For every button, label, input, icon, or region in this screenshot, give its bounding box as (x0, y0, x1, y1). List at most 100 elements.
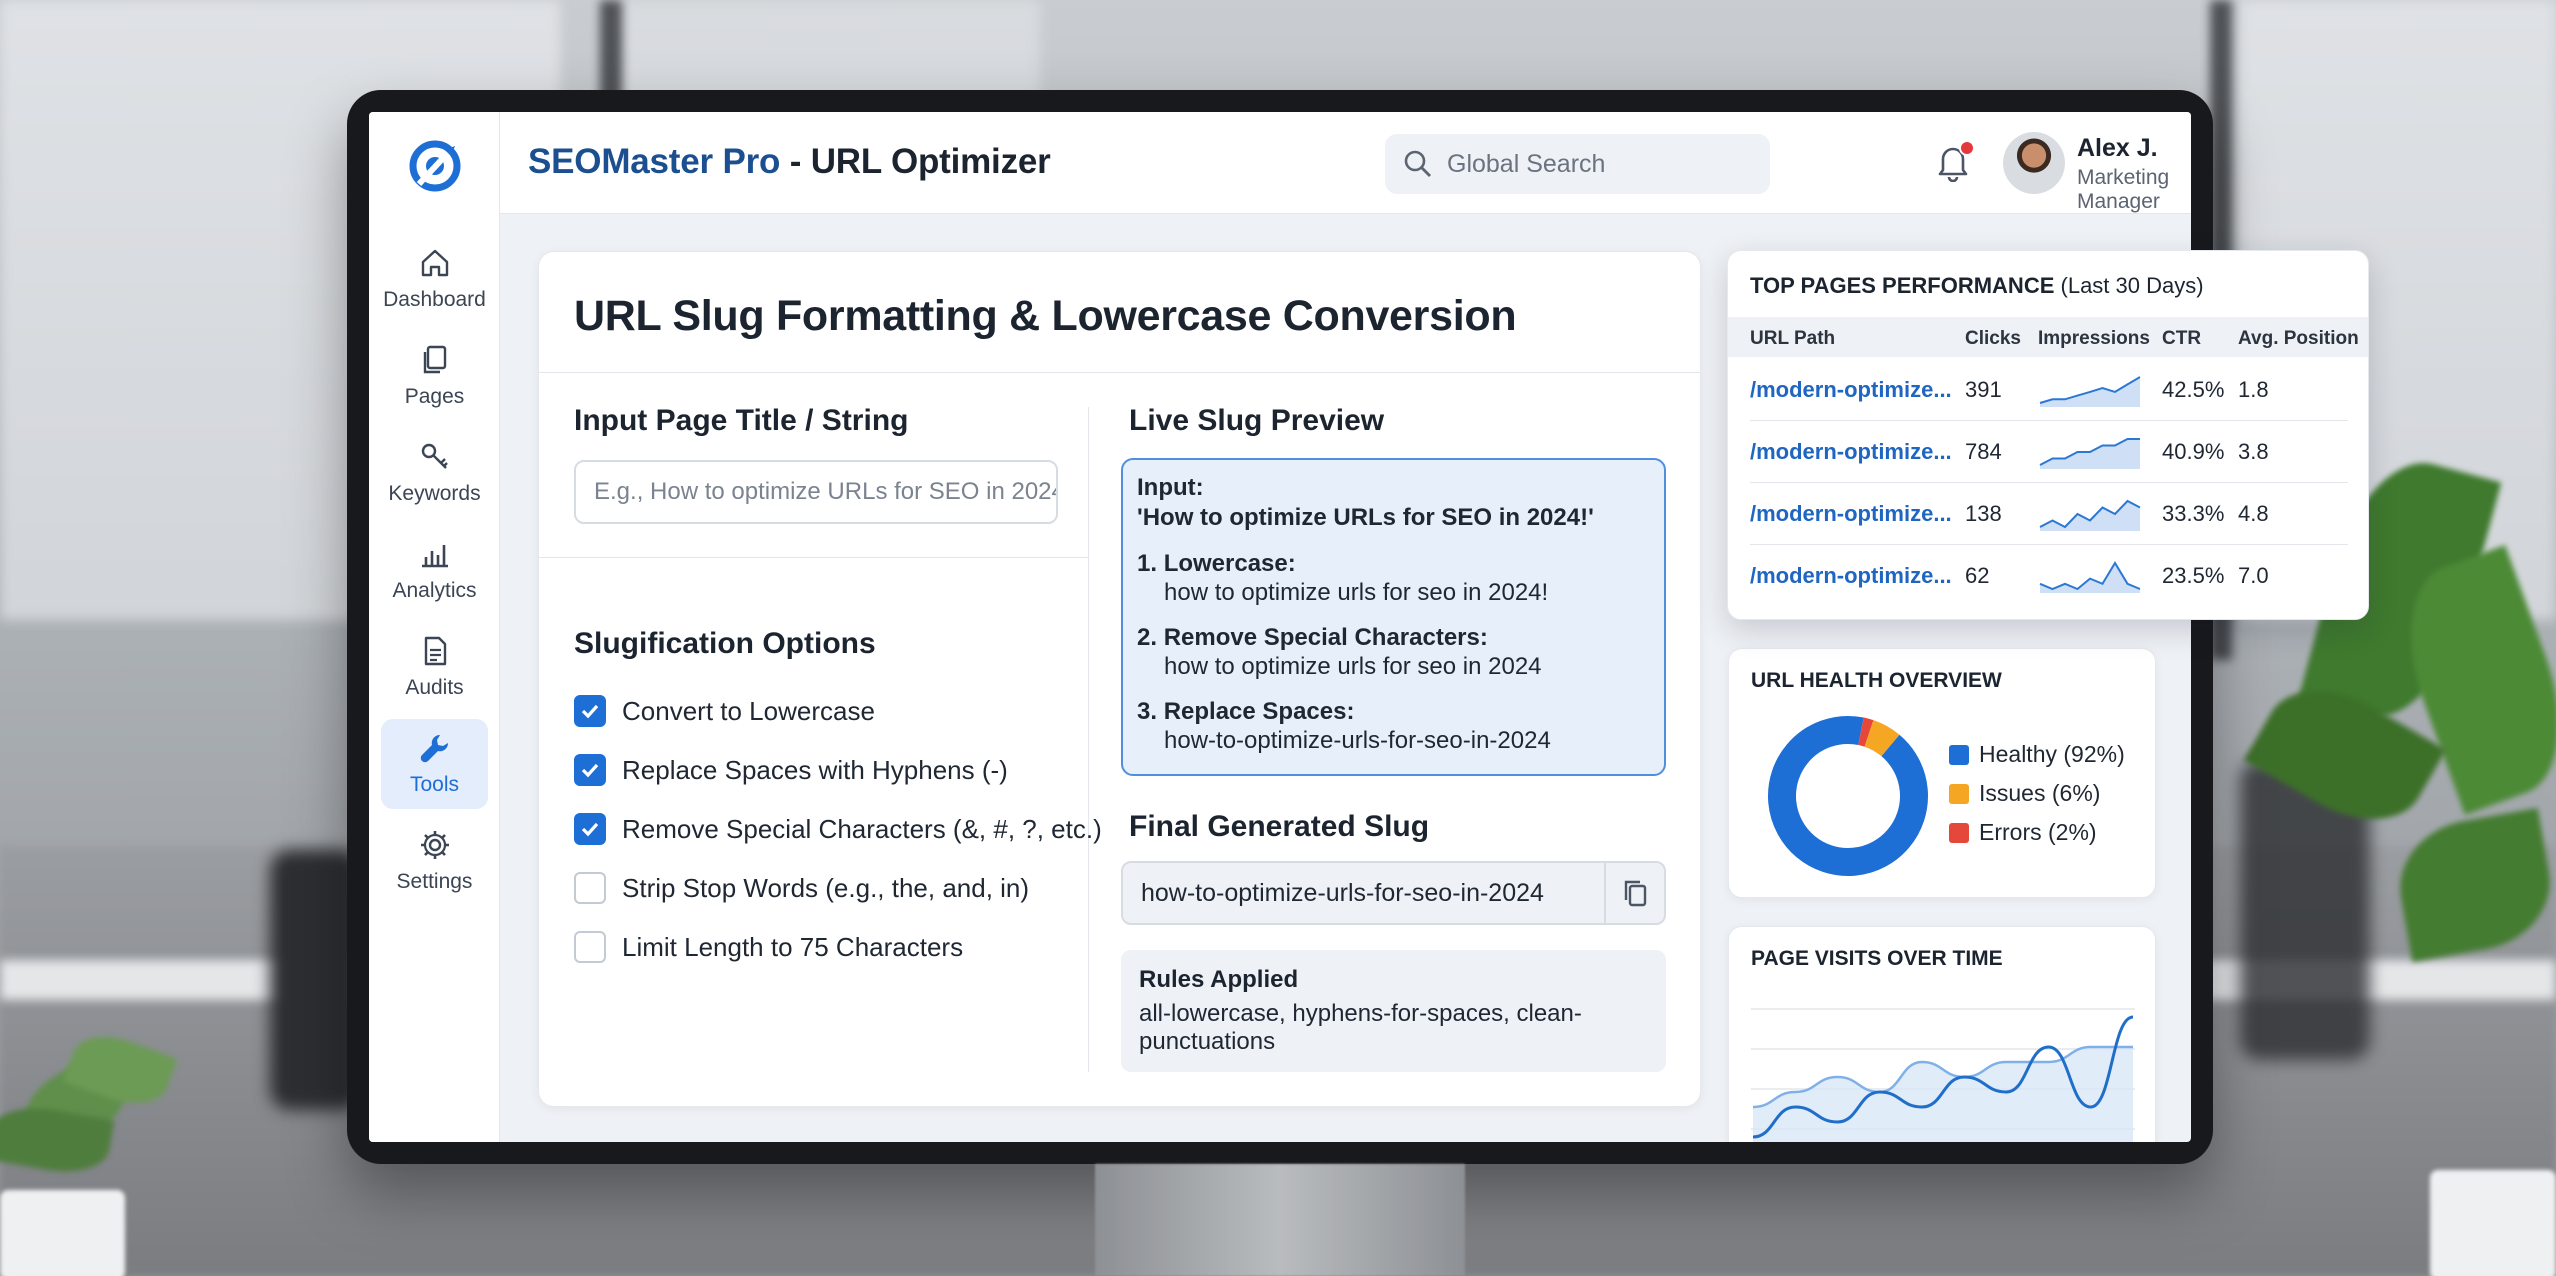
table-row[interactable]: /modern-optimize... 62 23.5% 7.0 (1750, 545, 2348, 607)
visits-line-chart (1751, 1008, 2135, 1142)
position-value: 3.8 (2238, 439, 2269, 464)
sidebar-item-label: Analytics (392, 579, 477, 602)
impressions-sparkline (2039, 438, 2140, 469)
copy-icon (1624, 880, 1647, 907)
option-replace-spaces[interactable]: Replace Spaces with Hyphens (-) (574, 754, 1008, 786)
health-title: URL HEALTH OVERVIEW (1751, 669, 2002, 692)
legend-errors: Errors (2%) (1949, 819, 2097, 846)
user-role: Marketing Manager (2077, 166, 2170, 213)
table-row[interactable]: /modern-optimize... 391 42.5% 1.8 (1750, 359, 2348, 421)
check-icon (581, 704, 599, 719)
sidebar-item-label: Keywords (388, 482, 481, 505)
checkbox-checked[interactable] (574, 695, 606, 727)
search-icon (1404, 150, 1431, 177)
final-slug-field[interactable]: how-to-optimize-urls-for-seo-in-2024 (1121, 861, 1666, 925)
legend-label: Healthy (92%) (1979, 741, 2125, 767)
checkbox-checked[interactable] (574, 754, 606, 786)
checkbox-unchecked[interactable] (574, 872, 606, 904)
legend-issues: Issues (6%) (1949, 780, 2100, 807)
ctr-value: 42.5% (2162, 377, 2225, 402)
legend-label: Errors (2%) (1979, 819, 2097, 845)
final-slug-value: how-to-optimize-urls-for-seo-in-2024 (1141, 879, 1544, 907)
input-section-title: Input Page Title / String (574, 404, 909, 437)
sidebar-item-label: Settings (396, 870, 473, 893)
title-input[interactable] (574, 460, 1058, 524)
top-header: SEOMaster Pro - URL Optimizer Alex J. Ma… (500, 112, 2191, 214)
position-value: 7.0 (2238, 563, 2269, 588)
option-label: Convert to Lowercase (622, 695, 875, 726)
top-pages-title: TOP PAGES PERFORMANCE (Last 30 Days) (1750, 273, 2204, 298)
check-icon (581, 822, 599, 837)
impressions-sparkline (2039, 561, 2141, 593)
avatar[interactable] (2003, 132, 2065, 194)
sidebar-item-label: Audits (405, 676, 464, 699)
user-name: Alex J. (2077, 134, 2158, 162)
sidebar-item-keywords[interactable]: Keywords (381, 428, 488, 518)
legend-healthy: Healthy (92%) (1949, 741, 2125, 768)
url-path-link[interactable]: /modern-optimize... (1750, 563, 1952, 589)
visits-title: PAGE VISITS OVER TIME (1751, 947, 2003, 970)
clicks-value: 138 (1965, 501, 2002, 526)
position-value: 4.8 (2238, 501, 2269, 526)
app-logo-icon[interactable] (405, 136, 465, 196)
copy-button[interactable] (1604, 863, 1664, 923)
search-input[interactable] (1447, 149, 1747, 179)
formatter-title: URL Slug Formatting & Lowercase Conversi… (574, 292, 1517, 340)
option-remove-special[interactable]: Remove Special Characters (&, #, ?, etc.… (574, 813, 1102, 845)
url-path-link[interactable]: /modern-optimize... (1750, 501, 1952, 527)
slug-preview-box: Input: 'How to optimize URLs for SEO in … (1121, 458, 1666, 776)
column-header[interactable]: CTR (2162, 328, 2201, 350)
checkbox-unchecked[interactable] (574, 931, 606, 963)
sidebar-item-dashboard[interactable]: Dashboard (381, 234, 488, 324)
options-title: Slugification Options (574, 627, 876, 660)
sidebar-item-audits[interactable]: Audits (381, 622, 488, 712)
legend-label: Issues (6%) (1979, 780, 2101, 806)
url-path-link[interactable]: /modern-optimize... (1750, 439, 1952, 465)
table-row[interactable]: /modern-optimize... 784 40.9% 3.8 (1750, 421, 2348, 483)
column-header[interactable]: Impressions (2038, 328, 2150, 350)
sidebar-item-settings[interactable]: Settings (381, 816, 488, 906)
column-header[interactable]: URL Path (1750, 328, 1835, 350)
sidebar-item-label: Tools (409, 773, 460, 796)
checkbox-checked[interactable] (574, 813, 606, 845)
preview-title: Live Slug Preview (1129, 404, 1385, 437)
bar-chart-icon (421, 545, 448, 568)
position-value: 1.8 (2238, 377, 2269, 402)
preview-step-1-value: how to optimize urls for seo in 2024! (1164, 579, 1549, 606)
document-icon (424, 636, 446, 666)
sidebar: Dashboard Pages Keywords Analytics Audit… (369, 112, 500, 1142)
divider (539, 557, 1088, 558)
option-strip-stop-words[interactable]: Strip Stop Words (e.g., the, and, in) (574, 872, 1029, 904)
url-path-link[interactable]: /modern-optimize... (1750, 377, 1952, 403)
rules-value: all-lowercase, hyphens-for-spaces, clean… (1139, 1000, 1582, 1055)
option-label: Remove Special Characters (&, #, ?, etc.… (622, 813, 1102, 844)
health-donut-chart (1768, 716, 1928, 876)
column-divider (1088, 407, 1089, 1072)
global-search[interactable] (1385, 134, 1770, 194)
column-header[interactable]: Avg. Position (2238, 328, 2359, 350)
notification-badge (1959, 140, 1975, 156)
donut-slice (1768, 716, 1928, 876)
gear-icon (420, 831, 449, 859)
sidebar-item-tools[interactable]: Tools (381, 719, 488, 809)
option-lowercase[interactable]: Convert to Lowercase (574, 695, 875, 727)
sidebar-item-label: Pages (404, 385, 465, 408)
option-label: Limit Length to 75 Characters (622, 931, 964, 962)
clicks-value: 784 (1965, 439, 2002, 464)
monitor-stand (1095, 1164, 1465, 1276)
notifications-button[interactable] (1935, 140, 1975, 184)
rules-applied-box: Rules Applied all-lowercase, hyphens-for… (1121, 950, 1666, 1072)
brand-name: SEOMaster Pro (528, 142, 781, 181)
sidebar-item-analytics[interactable]: Analytics (381, 525, 488, 615)
ctr-value: 33.3% (2162, 501, 2225, 526)
sparkline-area (2040, 501, 2140, 531)
column-header[interactable]: Clicks (1965, 328, 2021, 350)
impressions-sparkline (2039, 376, 2141, 407)
table-row[interactable]: /modern-optimize... 138 33.3% 4.8 (1750, 483, 2348, 545)
preview-step-3: 3. Replace Spaces: (1137, 698, 1355, 725)
url-health-card: URL HEALTH OVERVIEW Healthy (92%) Issues… (1728, 648, 2156, 898)
option-limit-length[interactable]: Limit Length to 75 Characters (574, 931, 963, 963)
preview-step-2-value: how to optimize urls for seo in 2024 (1164, 653, 1542, 680)
page-visits-card: PAGE VISITS OVER TIME (1728, 926, 2156, 1142)
sidebar-item-pages[interactable]: Pages (381, 331, 488, 421)
